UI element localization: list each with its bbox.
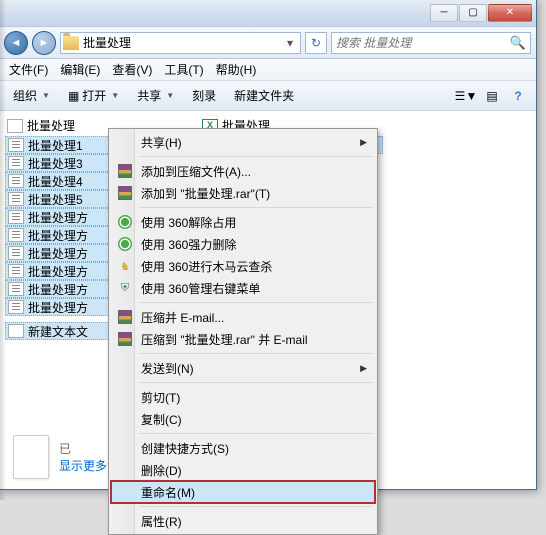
- batch-file-icon: [8, 210, 24, 224]
- 360-icon: [118, 215, 132, 229]
- menu-bar: 文件(F) 编辑(E) 查看(V) 工具(T) 帮助(H): [0, 59, 536, 81]
- cm-cut[interactable]: 剪切(T): [111, 386, 375, 408]
- close-button[interactable]: ✕: [488, 4, 532, 22]
- burn-button[interactable]: 刻录: [184, 84, 224, 107]
- nav-bar: ◄ ► 批量处理 ▾ ↻ 🔍: [0, 27, 536, 59]
- menu-edit[interactable]: 编辑(E): [54, 59, 106, 80]
- search-folder-icon: [7, 119, 23, 133]
- address-text: 批量处理: [83, 34, 282, 51]
- search-input[interactable]: [336, 36, 510, 50]
- folder-icon: [63, 36, 79, 50]
- text-file-icon: [8, 324, 24, 338]
- minimize-button[interactable]: ─: [430, 4, 458, 22]
- batch-file-icon: [8, 156, 24, 170]
- batch-file-icon: [8, 174, 24, 188]
- forward-button[interactable]: ►: [32, 31, 56, 55]
- open-button[interactable]: ▦打开▼: [60, 84, 127, 107]
- batch-file-icon: [8, 282, 24, 296]
- menu-file[interactable]: 文件(F): [3, 59, 54, 80]
- submenu-arrow-icon: ▶: [360, 363, 367, 374]
- cm-create-shortcut[interactable]: 创建快捷方式(S): [111, 437, 375, 459]
- cm-delete[interactable]: 删除(D): [111, 459, 375, 481]
- toolbar: 组织▼ ▦打开▼ 共享▼ 刻录 新建文件夹 ☰▼ ▤ ?: [0, 81, 536, 111]
- help-button[interactable]: ?: [506, 85, 530, 107]
- cm-360-unlock[interactable]: 使用 360解除占用: [111, 211, 375, 233]
- share-button[interactable]: 共享▼: [129, 84, 182, 107]
- cm-copy[interactable]: 复制(C): [111, 408, 375, 430]
- menu-help[interactable]: 帮助(H): [210, 59, 263, 80]
- file-preview-icon: [13, 435, 49, 479]
- batch-file-icon: [8, 264, 24, 278]
- cm-compress-email[interactable]: 压缩并 E-mail...: [111, 306, 375, 328]
- batch-file-icon: [8, 192, 24, 206]
- menu-view[interactable]: 查看(V): [106, 59, 158, 80]
- cm-share[interactable]: 共享(H)▶: [111, 131, 375, 153]
- back-button[interactable]: ◄: [4, 31, 28, 55]
- horse-icon: ♞: [117, 258, 133, 274]
- maximize-button[interactable]: ▢: [459, 4, 487, 22]
- gear-icon: ▦: [68, 89, 79, 103]
- rar-icon: [118, 186, 132, 200]
- view-options-button[interactable]: ☰▼: [454, 85, 478, 107]
- cm-add-archive[interactable]: 添加到压缩文件(A)...: [111, 160, 375, 182]
- new-folder-button[interactable]: 新建文件夹: [226, 84, 302, 107]
- cm-properties[interactable]: 属性(R): [111, 510, 375, 532]
- batch-file-icon: [8, 300, 24, 314]
- cm-360-manage-menu[interactable]: ⛨使用 360管理右键菜单: [111, 277, 375, 299]
- batch-file-icon: [8, 246, 24, 260]
- cm-add-rar[interactable]: 添加到 "批量处理.rar"(T): [111, 182, 375, 204]
- batch-file-icon: [8, 228, 24, 242]
- address-bar[interactable]: 批量处理 ▾: [60, 32, 301, 54]
- submenu-arrow-icon: ▶: [360, 137, 367, 148]
- shield-icon: ⛨: [117, 280, 133, 296]
- search-icon: 🔍: [510, 35, 526, 51]
- search-box[interactable]: 🔍: [331, 32, 531, 54]
- titlebar: ─ ▢ ✕: [0, 0, 536, 27]
- 360-icon: [118, 237, 132, 251]
- context-menu: 共享(H)▶ 添加到压缩文件(A)... 添加到 "批量处理.rar"(T) 使…: [108, 128, 378, 535]
- cm-360-trojan-scan[interactable]: ♞使用 360进行木马云查杀: [111, 255, 375, 277]
- refresh-button[interactable]: ↻: [305, 32, 327, 54]
- rar-icon: [118, 332, 132, 346]
- preview-pane-button[interactable]: ▤: [480, 85, 504, 107]
- rar-icon: [118, 310, 132, 324]
- cm-compress-rar-email[interactable]: 压缩到 "批量处理.rar" 并 E-mail: [111, 328, 375, 350]
- chevron-down-icon[interactable]: ▾: [282, 36, 298, 50]
- rar-icon: [118, 164, 132, 178]
- cm-send-to[interactable]: 发送到(N)▶: [111, 357, 375, 379]
- batch-file-icon: [8, 138, 24, 152]
- cm-360-force-delete[interactable]: 使用 360强力删除: [111, 233, 375, 255]
- menu-tools[interactable]: 工具(T): [158, 59, 209, 80]
- organize-button[interactable]: 组织▼: [5, 84, 58, 107]
